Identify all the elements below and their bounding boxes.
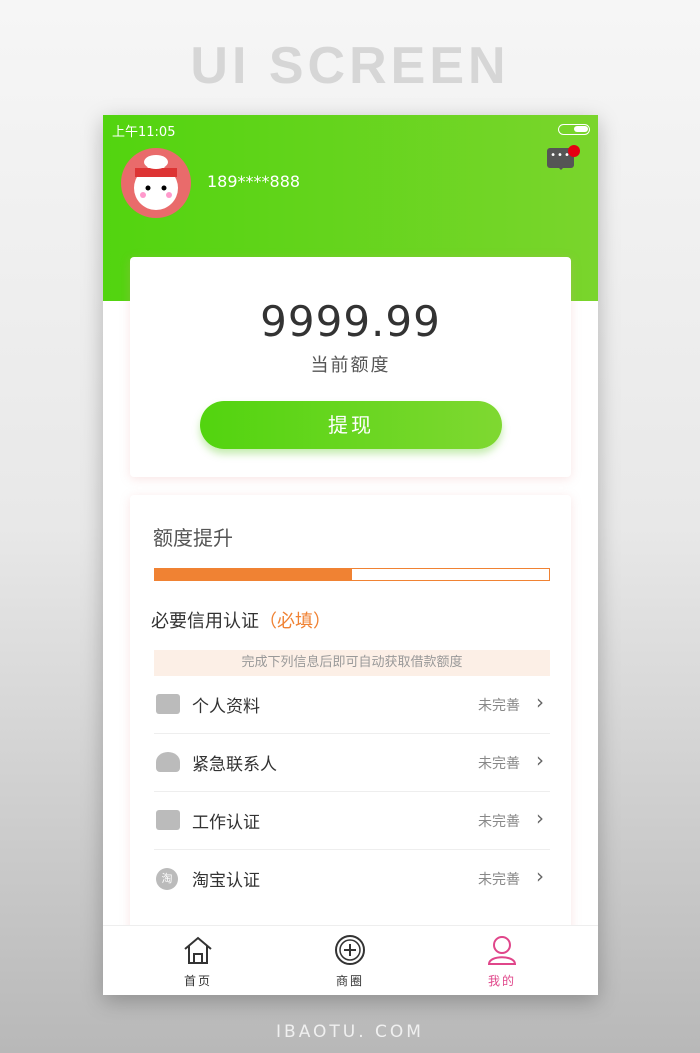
item-label: 紧急联系人	[192, 755, 277, 775]
item-label: 工作认证	[192, 813, 260, 833]
withdraw-button[interactable]: 提现	[200, 401, 502, 449]
required-tag: （必填）	[259, 611, 331, 632]
notice-banner: 完成下列信息后即可自动获取借款额度	[154, 650, 550, 676]
chevron-right-icon: ›	[536, 690, 544, 714]
balance-label: 当前额度	[310, 355, 391, 376]
list-item-personal-info[interactable]: 个人资料 未完善 ›	[154, 676, 550, 734]
item-status: 未完善	[478, 698, 520, 714]
list-item-work-verification[interactable]: 工作认证 未完善 ›	[154, 792, 550, 850]
page-heading: UI SCREEN	[190, 37, 510, 95]
phone-screen: 上午11:05 189****888 ••• 9999.99 当前额度 提现 额…	[103, 115, 598, 995]
balance-card: 9999.99 当前额度 提现	[130, 257, 571, 477]
briefcase-icon	[156, 810, 180, 830]
chevron-right-icon: ›	[536, 864, 544, 888]
tab-home[interactable]: 首页	[148, 926, 248, 995]
tab-label: 商圈	[335, 974, 364, 988]
user-icon	[487, 936, 517, 965]
home-icon	[184, 936, 212, 964]
avatar[interactable]	[121, 148, 191, 218]
status-time: 上午11:05	[112, 125, 176, 140]
tab-mine[interactable]: 我的	[452, 926, 552, 995]
item-label: 个人资料	[192, 697, 260, 717]
list-item-taobao-verification[interactable]: 淘 淘宝认证 未完善 ›	[154, 850, 550, 908]
chevron-right-icon: ›	[536, 748, 544, 772]
tab-label: 首页	[183, 974, 212, 988]
chevron-right-icon: ›	[536, 806, 544, 830]
balance-amount: 9999.99	[260, 297, 441, 346]
section-title: 额度提升	[153, 526, 233, 550]
id-card-icon	[156, 694, 180, 714]
plus-circle-icon	[335, 935, 365, 965]
credit-card: 额度提升 必要信用认证（必填） 完成下列信息后即可自动获取借款额度 个人资料 未…	[130, 495, 571, 935]
tab-business-circle[interactable]: 商圈	[300, 926, 400, 995]
notification-badge	[568, 145, 580, 157]
item-label: 淘宝认证	[192, 871, 260, 891]
contact-person-icon	[156, 752, 180, 772]
phone-number: 189****888	[207, 172, 301, 191]
required-title-text: 必要信用认证	[151, 611, 259, 632]
taobao-icon: 淘	[156, 868, 178, 890]
tab-label: 我的	[487, 974, 516, 988]
bottom-tab-bar: 首页 商圈 我的	[103, 925, 598, 995]
list-item-emergency-contact[interactable]: 紧急联系人 未完善 ›	[154, 734, 550, 792]
battery-icon	[558, 124, 590, 135]
item-status: 未完善	[478, 872, 520, 888]
item-status: 未完善	[478, 814, 520, 830]
footer-text: IBAOTU. COM	[276, 1022, 424, 1042]
credit-progress-bar	[154, 568, 550, 581]
required-title: 必要信用认证（必填）	[151, 607, 331, 633]
item-status: 未完善	[478, 756, 520, 772]
